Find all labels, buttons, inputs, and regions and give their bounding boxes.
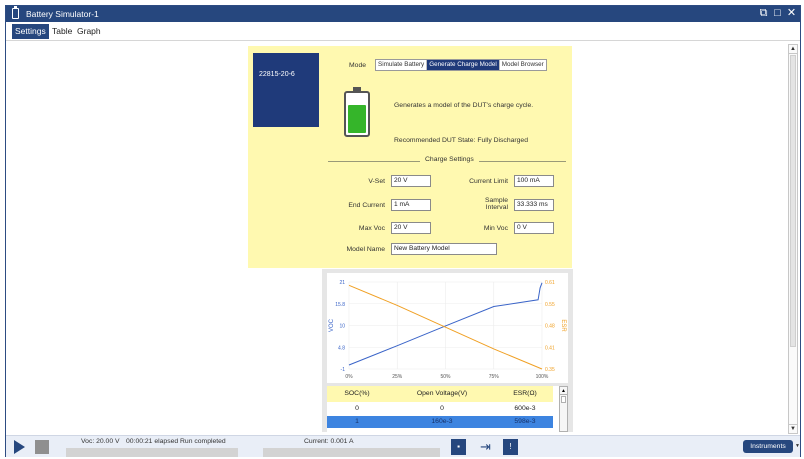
tab-table[interactable]: Table bbox=[49, 24, 75, 39]
header-esr: ESR(Ω) bbox=[513, 390, 537, 397]
app-window: Battery Simulator-1 ⧉ □ ✕ Settings Table… bbox=[5, 5, 801, 457]
header-soc: SOC(%) bbox=[344, 390, 370, 397]
current-readout: Current: 0.001 A bbox=[304, 438, 354, 445]
title-bar: Battery Simulator-1 ⧉ □ ✕ bbox=[6, 6, 800, 22]
table-row[interactable]: 0 0 600e-3 bbox=[327, 403, 553, 415]
mode-generate-charge-model[interactable]: Generate Charge Model bbox=[427, 60, 500, 70]
current-bar bbox=[263, 448, 440, 457]
charge-plot: 0% 25% 50% 75% 100% 21 0.61 15.8 0.55 10 0.48 4.8 0.… bbox=[327, 273, 568, 383]
settings-content: 22815-20-6 Mode Simulate Battery Generat… bbox=[6, 41, 800, 435]
cell-esr: 598e-3 bbox=[514, 418, 536, 425]
y-tick-label: 4.8 bbox=[338, 345, 345, 351]
y-tick-label: 21 bbox=[339, 280, 345, 286]
vset-label: V-Set bbox=[368, 178, 385, 185]
stop-icon[interactable] bbox=[35, 440, 49, 454]
current-limit-input[interactable]: 100 mA bbox=[514, 175, 554, 187]
y2-tick-label: 0.41 bbox=[545, 345, 555, 351]
end-current-label: End Current bbox=[348, 202, 385, 209]
end-current-input[interactable]: 1 mA bbox=[391, 199, 431, 211]
tab-graph[interactable]: Graph bbox=[74, 24, 104, 39]
header-open-voltage: Open Voltage(V) bbox=[416, 390, 468, 397]
sample-interval-input[interactable]: 33.333 ms bbox=[514, 199, 554, 211]
table-scrollbar[interactable]: ▲ bbox=[559, 386, 568, 432]
y2-tick-label: 0.35 bbox=[545, 367, 555, 373]
charge-settings-title: Charge Settings bbox=[420, 156, 479, 163]
save-icon[interactable]: ▪ bbox=[451, 439, 466, 455]
scroll-down-icon[interactable]: ▼ bbox=[789, 424, 797, 433]
max-voc-label: Max Voc bbox=[358, 225, 385, 232]
cell-soc: 0 bbox=[355, 405, 359, 412]
y-tick-label: -1 bbox=[341, 367, 346, 373]
min-voc-label: Min Voc bbox=[483, 225, 508, 232]
y-axis-label: VOC bbox=[329, 318, 335, 332]
maximize-icon[interactable]: □ bbox=[771, 7, 784, 20]
x-tick-label: 75% bbox=[489, 374, 500, 380]
recommended-state: Recommended DUT State: Fully Discharged bbox=[394, 137, 528, 144]
battery-app-icon bbox=[12, 6, 19, 19]
tab-settings[interactable]: Settings bbox=[12, 24, 49, 39]
table-scroll-up-icon[interactable]: ▲ bbox=[560, 387, 567, 395]
mode-label: Mode bbox=[349, 62, 367, 69]
cell-soc: 1 bbox=[355, 418, 359, 425]
graph-panel: 0% 25% 50% 75% 100% 21 0.61 15.8 0.55 10 0.48 4.8 0.… bbox=[322, 269, 573, 432]
cell-open-voltage: 0 bbox=[440, 405, 444, 412]
chevron-down-icon[interactable]: ▼ bbox=[795, 443, 800, 449]
elapsed-time: 00:00:21 elapsed bbox=[126, 438, 179, 445]
export-icon[interactable]: ⇥ bbox=[478, 439, 493, 455]
x-tick-label: 50% bbox=[440, 374, 451, 380]
run-progress-bar bbox=[66, 448, 238, 457]
scroll-thumb[interactable] bbox=[790, 55, 796, 347]
y-tick-label: 10 bbox=[339, 324, 345, 330]
y2-tick-label: 0.55 bbox=[545, 302, 555, 308]
cell-open-voltage: 160e-3 bbox=[431, 418, 453, 425]
x-tick-label: 0% bbox=[345, 374, 353, 380]
vset-input[interactable]: 20 V bbox=[391, 175, 431, 187]
scroll-up-icon[interactable]: ▲ bbox=[789, 45, 797, 54]
page-scrollbar[interactable]: ▲ ▼ bbox=[788, 44, 798, 434]
sample-interval-label: Sample Interval bbox=[484, 197, 508, 211]
x-tick-label: 100% bbox=[536, 374, 549, 380]
settings-panel: 22815-20-6 Mode Simulate Battery Generat… bbox=[248, 46, 572, 268]
mode-simulate-battery[interactable]: Simulate Battery bbox=[376, 60, 428, 70]
status-bar: Voc: 20.00 V 00:00:21 elapsed Run comple… bbox=[6, 435, 800, 457]
table-header: SOC(%) Open Voltage(V) ESR(Ω) bbox=[327, 386, 553, 402]
window-title: Battery Simulator-1 bbox=[26, 9, 99, 19]
table-row-selected[interactable]: 1 160e-3 598e-3 bbox=[327, 416, 553, 428]
y-tick-label: 15.8 bbox=[335, 302, 345, 308]
model-card[interactable]: 22815-20-6 bbox=[253, 53, 319, 127]
x-tick-label: 25% bbox=[392, 374, 403, 380]
mode-selector: Simulate Battery Generate Charge Model M… bbox=[375, 59, 547, 71]
max-voc-input[interactable]: 20 V bbox=[391, 222, 431, 234]
chart-svg: 0% 25% 50% 75% 100% 21 0.61 15.8 0.55 10 0.48 4.8 0.… bbox=[329, 280, 566, 380]
y2-axis-label: ESR bbox=[560, 319, 566, 332]
y2-tick-label: 0.48 bbox=[545, 324, 555, 330]
instruments-button[interactable]: Instruments bbox=[743, 440, 793, 453]
battery-level bbox=[348, 105, 366, 133]
current-limit-label: Current Limit bbox=[469, 178, 508, 185]
close-icon[interactable]: ✕ bbox=[785, 7, 798, 20]
battery-icon bbox=[344, 91, 370, 137]
play-icon[interactable] bbox=[14, 440, 25, 454]
restore-icon[interactable]: ⧉ bbox=[757, 7, 770, 20]
model-name-input[interactable]: New Battery Model bbox=[391, 243, 497, 255]
y2-tick-label: 0.61 bbox=[545, 280, 555, 286]
table-scroll-thumb[interactable] bbox=[561, 396, 566, 403]
tab-bar: Settings Table Graph bbox=[6, 22, 800, 41]
model-table: SOC(%) Open Voltage(V) ESR(Ω) 0 0 600e-3… bbox=[327, 386, 568, 432]
model-name-label: Model Name bbox=[346, 246, 385, 253]
mode-model-browser[interactable]: Model Browser bbox=[500, 60, 546, 70]
mode-description: Generates a model of the DUT's charge cy… bbox=[394, 102, 534, 109]
min-voc-input[interactable]: 0 V bbox=[514, 222, 554, 234]
cell-esr: 600e-3 bbox=[514, 405, 536, 412]
voc-readout: Voc: 20.00 V bbox=[81, 438, 120, 445]
run-status: Run completed bbox=[180, 438, 226, 445]
clipboard-icon[interactable]: ! bbox=[503, 439, 518, 455]
